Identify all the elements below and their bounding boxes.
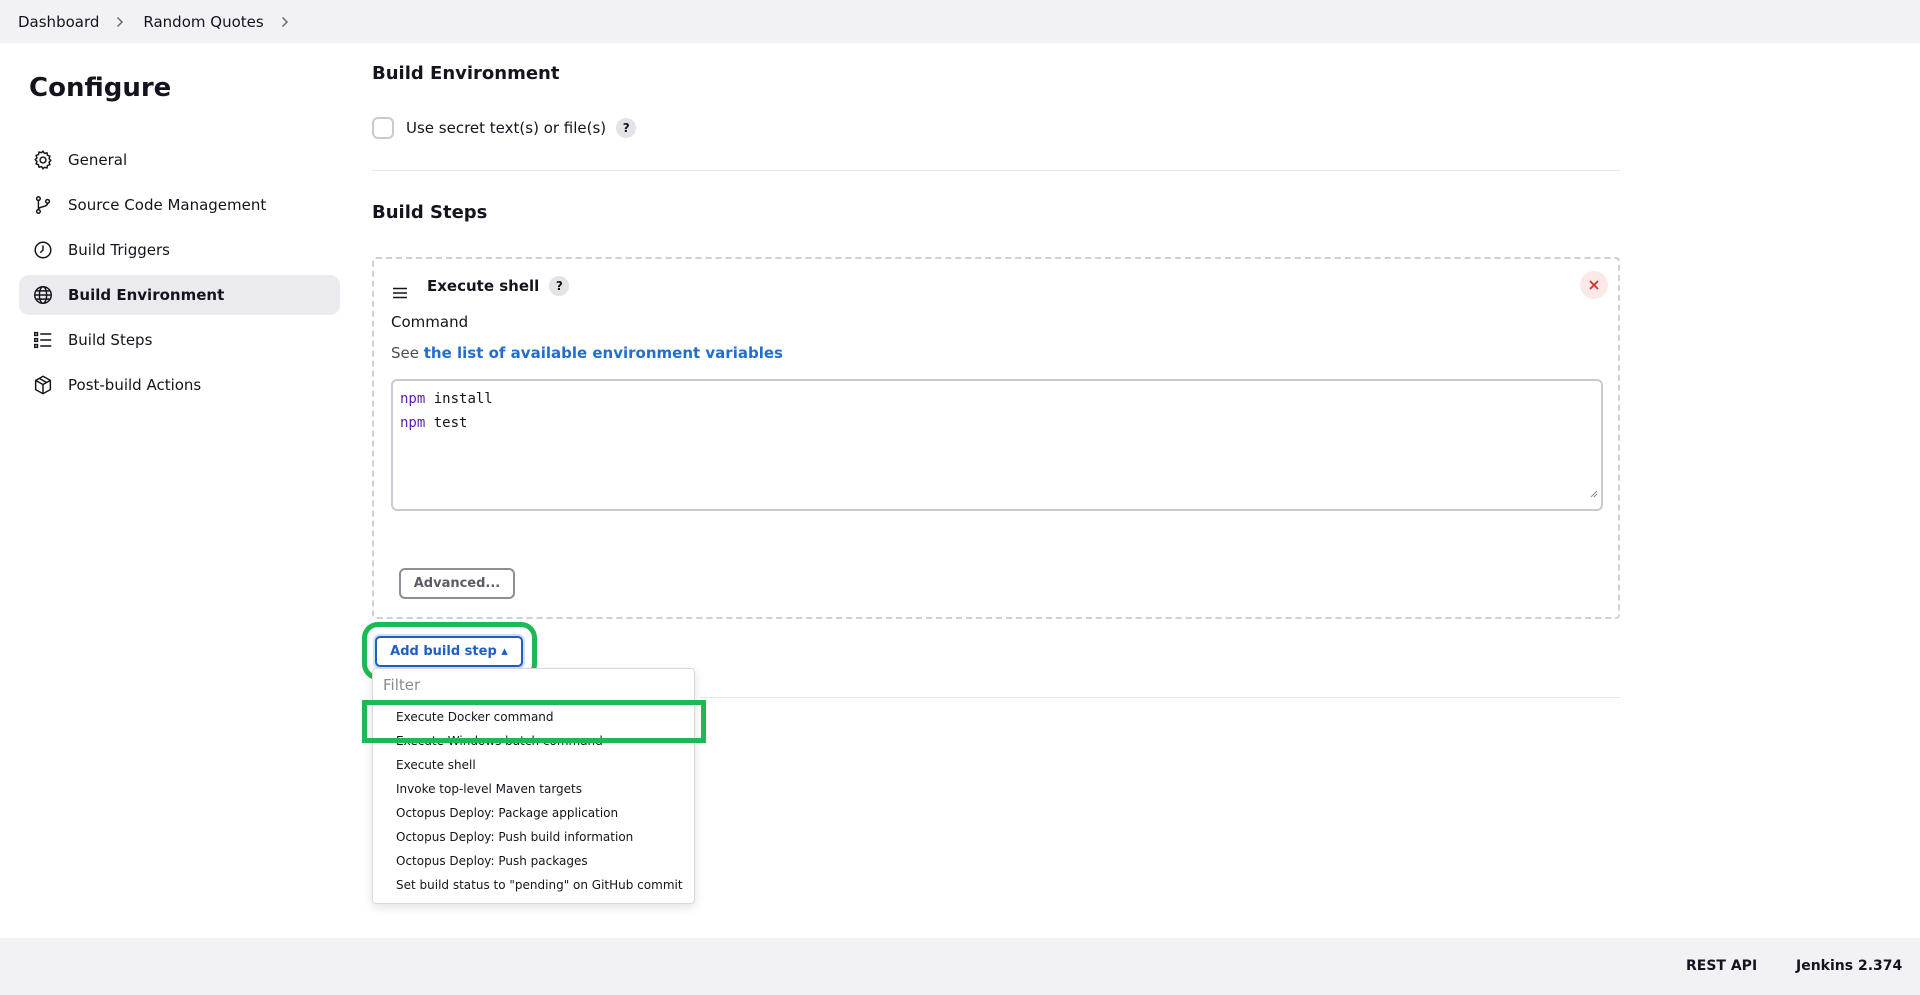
sidebar-item-build-environment[interactable]: Build Environment <box>19 275 340 315</box>
breadcrumb: Dashboard Random Quotes <box>0 0 1920 43</box>
env-vars-hint: See the list of available environment va… <box>391 344 783 362</box>
sidebar-item-label: Source Code Management <box>68 196 267 214</box>
sidebar-item-label: Post-build Actions <box>68 376 202 394</box>
menu-item-octopus-build-info[interactable]: Octopus Deploy: Push build information <box>373 825 694 849</box>
menu-item-github-pending[interactable]: Set build status to "pending" on GitHub … <box>373 873 694 897</box>
step-title: Execute shell <box>427 277 540 295</box>
menu-item-execute-shell[interactable]: Execute shell <box>373 753 694 777</box>
footer: REST API Jenkins 2.374 <box>0 938 1920 995</box>
package-icon <box>32 374 54 396</box>
breadcrumb-dashboard[interactable]: Dashboard <box>18 13 99 31</box>
help-icon[interactable]: ? <box>616 118 637 138</box>
chevron-right-icon <box>113 15 127 29</box>
rest-api-link[interactable]: REST API <box>1686 958 1757 974</box>
resize-handle-icon[interactable] <box>1590 482 1598 506</box>
sidebar-item-label: Build Triggers <box>68 241 170 259</box>
help-icon[interactable]: ? <box>549 276 570 296</box>
secret-checkbox[interactable] <box>372 117 394 139</box>
highlight-docker-command <box>362 700 706 743</box>
secret-checkbox-label[interactable]: Use secret text(s) or file(s) <box>406 119 606 137</box>
sidebar-nav: General Source Code Management Build Tri… <box>19 140 340 410</box>
menu-item-maven-targets[interactable]: Invoke top-level Maven targets <box>373 777 694 801</box>
jenkins-version-link[interactable]: Jenkins 2.374 <box>1796 958 1902 974</box>
page-title: Configure <box>29 73 172 103</box>
command-label: Command <box>391 313 469 331</box>
clock-icon <box>32 239 54 261</box>
sidebar-item-general[interactable]: General <box>19 140 340 180</box>
sidebar-item-source-code-management[interactable]: Source Code Management <box>19 185 340 225</box>
gear-icon <box>32 149 54 171</box>
menu-item-octopus-package[interactable]: Octopus Deploy: Package application <box>373 801 694 825</box>
secret-checkbox-row: Use secret text(s) or file(s) ? <box>372 117 637 139</box>
delete-step-button[interactable] <box>1580 271 1608 299</box>
add-build-step-button[interactable]: Add build step ▴ <box>375 636 523 667</box>
env-vars-link[interactable]: the list of available environment variab… <box>424 344 783 362</box>
close-icon <box>1589 280 1599 290</box>
drag-handle-icon[interactable] <box>392 285 408 299</box>
chevron-right-icon[interactable] <box>278 15 292 29</box>
sidebar-item-label: Build Environment <box>68 286 225 304</box>
build-steps-title: Build Steps <box>372 202 488 223</box>
step-title-row: Execute shell ? <box>427 276 570 296</box>
filter-input[interactable] <box>373 669 694 701</box>
code-line: npm test <box>400 415 468 431</box>
branch-icon <box>32 194 54 216</box>
sidebar-item-label: General <box>68 151 128 169</box>
globe-icon <box>32 284 54 306</box>
section-divider <box>700 697 1620 698</box>
sidebar-item-build-triggers[interactable]: Build Triggers <box>19 230 340 270</box>
env-vars-prefix: See <box>391 344 419 362</box>
menu-item-octopus-push-packages[interactable]: Octopus Deploy: Push packages <box>373 849 694 873</box>
execute-shell-step: Execute shell ? Command See the list of … <box>372 257 1620 619</box>
breadcrumb-random-quotes[interactable]: Random Quotes <box>143 13 263 31</box>
sidebar-item-build-steps[interactable]: Build Steps <box>19 320 340 360</box>
code-line: npm install <box>400 391 493 407</box>
advanced-button[interactable]: Advanced... <box>399 568 515 599</box>
build-environment-title: Build Environment <box>372 63 560 84</box>
sidebar-item-post-build-actions[interactable]: Post-build Actions <box>19 365 340 405</box>
section-divider <box>372 170 1620 171</box>
command-textarea[interactable]: npm install npm test <box>391 379 1603 511</box>
list-icon <box>32 329 54 351</box>
sidebar-item-label: Build Steps <box>68 331 153 349</box>
